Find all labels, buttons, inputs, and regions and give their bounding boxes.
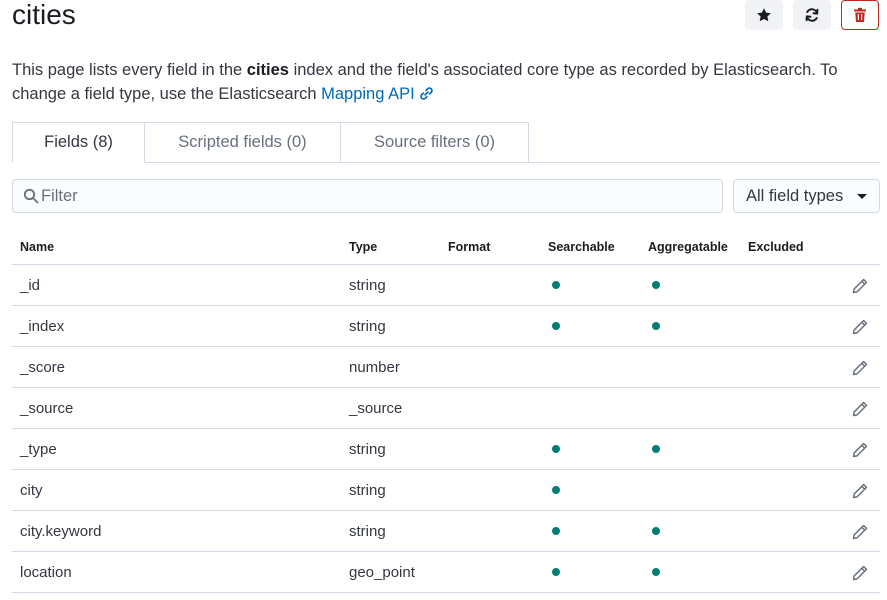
page-title: cities xyxy=(12,0,76,30)
field-name: _type xyxy=(20,441,57,458)
searchable-indicator-icon xyxy=(552,527,560,535)
table-row: location geo_point xyxy=(12,552,880,593)
aggregatable-indicator-icon xyxy=(652,322,660,330)
table-row: _id string xyxy=(12,265,880,306)
mapping-api-link-label: Mapping API xyxy=(321,85,415,103)
pencil-icon[interactable] xyxy=(851,400,869,418)
searchable-indicator-icon xyxy=(552,281,560,289)
aggregatable-indicator-icon xyxy=(652,527,660,535)
field-name: _score xyxy=(20,359,66,376)
index-name: cities xyxy=(246,61,289,79)
field-name: city.keyword xyxy=(20,523,102,540)
field-type: string xyxy=(349,441,386,458)
field-type-select[interactable]: All field types xyxy=(733,179,880,213)
field-tabs: Fields (8) Scripted fields (0) Source fi… xyxy=(12,122,529,163)
searchable-indicator-icon xyxy=(552,568,560,576)
tab-source-filters[interactable]: Source filters (0) xyxy=(341,122,529,163)
field-type: _source xyxy=(349,400,403,417)
delete-index-pattern-button[interactable] xyxy=(841,0,879,30)
pencil-icon[interactable] xyxy=(851,564,869,582)
table-row: _score number xyxy=(12,347,880,388)
field-name: _id xyxy=(20,277,41,294)
tabs-divider xyxy=(529,162,880,163)
tab-scripted-fields[interactable]: Scripted fields (0) xyxy=(145,122,341,163)
refresh-icon xyxy=(805,8,819,22)
table-row: _index string xyxy=(12,306,880,347)
field-type: string xyxy=(349,318,386,335)
pencil-icon[interactable] xyxy=(851,482,869,500)
link-icon xyxy=(419,87,433,100)
pencil-icon[interactable] xyxy=(851,318,869,336)
page-description: This page lists every field in the citie… xyxy=(12,58,878,106)
aggregatable-indicator-icon xyxy=(652,568,660,576)
table-row: city.keyword string xyxy=(12,511,880,552)
field-name: city xyxy=(20,482,43,499)
field-type-select-value: All field types xyxy=(746,186,844,205)
tab-fields[interactable]: Fields (8) xyxy=(12,122,145,163)
searchable-indicator-icon xyxy=(552,322,560,330)
searchable-indicator-icon xyxy=(552,486,560,494)
table-row: _source _source xyxy=(12,388,880,429)
column-header-searchable[interactable]: Searchable xyxy=(548,240,615,254)
column-header-excluded[interactable]: Excluded xyxy=(748,240,804,254)
field-type: number xyxy=(349,359,400,376)
column-header-name[interactable]: Name xyxy=(20,240,54,254)
table-header: Name Type Format Searchable Aggregatable… xyxy=(12,230,880,265)
column-header-format[interactable]: Format xyxy=(448,240,490,254)
caret-down-icon xyxy=(857,194,867,199)
field-name: _index xyxy=(20,318,65,335)
star-icon xyxy=(757,8,771,22)
trash-icon xyxy=(854,7,866,22)
field-type: string xyxy=(349,277,386,294)
column-header-aggregatable[interactable]: Aggregatable xyxy=(648,240,728,254)
pencil-icon[interactable] xyxy=(851,523,869,541)
column-header-type[interactable]: Type xyxy=(349,240,377,254)
field-type: string xyxy=(349,482,386,499)
table-row: _type string xyxy=(12,429,880,470)
refresh-fields-button[interactable] xyxy=(793,0,831,30)
description-text: This page lists every field in the xyxy=(12,61,247,79)
aggregatable-indicator-icon xyxy=(652,281,660,289)
pencil-icon[interactable] xyxy=(851,441,869,459)
table-row: city string xyxy=(12,470,880,511)
search-icon xyxy=(23,188,39,204)
favorite-button[interactable] xyxy=(745,0,783,30)
mapping-api-link[interactable]: Mapping API xyxy=(321,85,434,103)
field-type: string xyxy=(349,523,386,540)
field-type: geo_point xyxy=(349,564,415,581)
filter-field[interactable] xyxy=(12,179,723,213)
pencil-icon[interactable] xyxy=(851,359,869,377)
pencil-icon[interactable] xyxy=(851,277,869,295)
filter-input[interactable] xyxy=(41,186,701,206)
aggregatable-indicator-icon xyxy=(652,445,660,453)
searchable-indicator-icon xyxy=(552,445,560,453)
field-name: _source xyxy=(20,400,74,417)
field-name: location xyxy=(20,564,72,581)
